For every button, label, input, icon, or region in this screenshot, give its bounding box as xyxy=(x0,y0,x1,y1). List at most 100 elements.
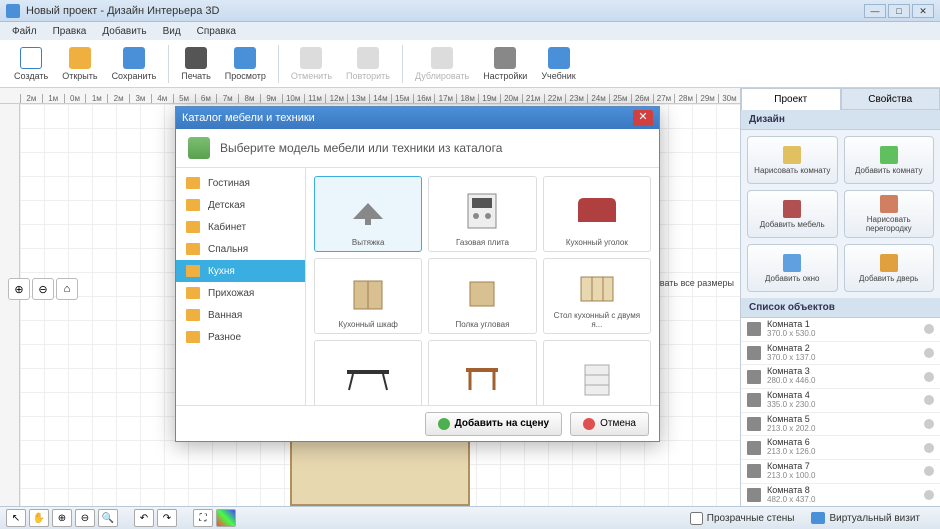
visibility-icon[interactable] xyxy=(924,419,934,429)
maximize-button[interactable]: □ xyxy=(888,4,910,18)
catalog-dialog: Каталог мебели и техники ✕ Выберите моде… xyxy=(175,106,660,442)
furniture-thumb xyxy=(338,345,398,405)
toolbar-icon xyxy=(123,47,145,69)
panel-button[interactable]: Нарисовать перегородку xyxy=(844,190,935,238)
category-Гостиная[interactable]: Гостиная xyxy=(176,172,305,194)
furniture-item[interactable]: Кухонный уголок xyxy=(543,176,651,252)
toolbar-Открыть[interactable]: Открыть xyxy=(56,45,103,83)
furniture-item[interactable]: Стол кухонный с двумя я... xyxy=(543,258,651,334)
color-tool[interactable] xyxy=(216,509,236,527)
transparent-walls-checkbox[interactable]: Прозрачные стены xyxy=(690,512,795,525)
category-Кабинет[interactable]: Кабинет xyxy=(176,216,305,238)
toolbar-Повторить[interactable]: Повторить xyxy=(340,45,396,83)
category-Ванная[interactable]: Ванная xyxy=(176,304,305,326)
rotate-left-tool[interactable]: ↶ xyxy=(134,509,154,527)
object-item[interactable]: Комната 8482.0 x 437.0 xyxy=(741,484,940,506)
object-icon xyxy=(747,346,761,360)
object-item[interactable]: Комната 5213.0 x 202.0 xyxy=(741,413,940,437)
pan-tool[interactable]: ✋ xyxy=(29,509,49,527)
toolbar-Просмотр[interactable]: Просмотр xyxy=(219,45,272,83)
toolbar-Настройки[interactable]: Настройки xyxy=(477,45,533,83)
menu-Вид[interactable]: Вид xyxy=(155,24,189,39)
zoom-out-tool[interactable]: ⊖ xyxy=(75,509,95,527)
toolbar-Сохранить[interactable]: Сохранить xyxy=(106,45,163,83)
furniture-item[interactable] xyxy=(543,340,651,405)
furniture-thumb xyxy=(567,181,627,238)
visibility-icon[interactable] xyxy=(924,372,934,382)
add-to-scene-button[interactable]: Добавить на сцену xyxy=(425,412,562,436)
category-Спальня[interactable]: Спальня xyxy=(176,238,305,260)
close-button[interactable]: ✕ xyxy=(912,4,934,18)
transparent-walls-input[interactable] xyxy=(690,512,703,525)
visibility-icon[interactable] xyxy=(924,348,934,358)
furniture-item[interactable]: Кухонный шкаф xyxy=(314,258,422,334)
panel-button[interactable]: Добавить мебель xyxy=(747,190,838,238)
panel-button[interactable]: Добавить окно xyxy=(747,244,838,292)
home-view-button[interactable]: ⌂ xyxy=(56,278,78,300)
furniture-item[interactable]: Полка угловая xyxy=(428,258,536,334)
toolbar-Отменить[interactable]: Отменить xyxy=(285,45,338,83)
toolbar-Печать[interactable]: Печать xyxy=(175,45,216,83)
object-item[interactable]: Комната 7213.0 x 100.0 xyxy=(741,460,940,484)
rotate-right-tool[interactable]: ↷ xyxy=(157,509,177,527)
zoom-out-button[interactable]: ⊖ xyxy=(32,278,54,300)
zoom-in-button[interactable]: ⊕ xyxy=(8,278,30,300)
object-icon xyxy=(747,464,761,478)
visibility-icon[interactable] xyxy=(924,324,934,334)
dialog-subtitle: Выберите модель мебели или техники из ка… xyxy=(220,141,502,155)
panel-button-icon xyxy=(880,146,898,164)
camera-icon xyxy=(811,512,825,524)
panel-button-icon xyxy=(783,254,801,272)
object-item[interactable]: Комната 6213.0 x 126.0 xyxy=(741,436,940,460)
menu-Файл[interactable]: Файл xyxy=(4,24,45,39)
furniture-item[interactable]: Газовая плита xyxy=(428,176,536,252)
category-Кухня[interactable]: Кухня xyxy=(176,260,305,282)
object-item[interactable]: Комната 1370.0 x 530.0 xyxy=(741,318,940,342)
panel-button[interactable]: Добавить комнату xyxy=(844,136,935,184)
visibility-icon[interactable] xyxy=(924,490,934,500)
folder-icon xyxy=(186,331,200,343)
fit-tool[interactable]: ⛶ xyxy=(193,509,213,527)
toolbar-Создать[interactable]: Создать xyxy=(8,45,54,83)
object-item[interactable]: Комната 2370.0 x 137.0 xyxy=(741,342,940,366)
tab-properties[interactable]: Свойства xyxy=(841,88,940,110)
furniture-item[interactable] xyxy=(428,340,536,405)
furniture-thumb xyxy=(452,345,512,405)
furniture-item[interactable] xyxy=(314,340,422,405)
tab-project[interactable]: Проект xyxy=(741,88,841,110)
menu-Правка[interactable]: Правка xyxy=(45,24,95,39)
dialog-titlebar[interactable]: Каталог мебели и техники ✕ xyxy=(176,107,659,129)
menu-Добавить[interactable]: Добавить xyxy=(94,24,154,39)
menu-Справка[interactable]: Справка xyxy=(189,24,244,39)
cancel-button[interactable]: Отмена xyxy=(570,412,649,436)
category-Разное[interactable]: Разное xyxy=(176,326,305,348)
furniture-thumb xyxy=(567,263,627,311)
toolbar-icon xyxy=(234,47,256,69)
toolbar-icon xyxy=(548,47,570,69)
category-Прихожая[interactable]: Прихожая xyxy=(176,282,305,304)
object-list[interactable]: Комната 1370.0 x 530.0Комната 2370.0 x 1… xyxy=(741,318,940,506)
category-Детская[interactable]: Детская xyxy=(176,194,305,216)
toolbar-Учебник[interactable]: Учебник xyxy=(535,45,581,83)
folder-icon xyxy=(186,243,200,255)
dialog-close-button[interactable]: ✕ xyxy=(633,110,653,126)
visibility-icon[interactable] xyxy=(924,443,934,453)
panel-button-icon xyxy=(880,254,898,272)
panel-button[interactable]: Добавить дверь xyxy=(844,244,935,292)
visibility-icon[interactable] xyxy=(924,395,934,405)
design-header: Дизайн xyxy=(741,110,940,130)
panel-button[interactable]: Нарисовать комнату xyxy=(747,136,838,184)
select-tool[interactable]: ↖ xyxy=(6,509,26,527)
minimize-button[interactable]: — xyxy=(864,4,886,18)
toolbar-Дублировать[interactable]: Дублировать xyxy=(409,45,475,83)
zoom-tool[interactable]: 🔍 xyxy=(98,509,118,527)
object-item[interactable]: Комната 3280.0 x 446.0 xyxy=(741,365,940,389)
toolbar-icon xyxy=(357,47,379,69)
furniture-item[interactable]: Вытяжка xyxy=(314,176,422,252)
virtual-tour-button[interactable]: Виртуальный визит xyxy=(811,512,920,524)
folder-icon xyxy=(186,177,200,189)
menubar: ФайлПравкаДобавитьВидСправка xyxy=(0,22,940,40)
zoom-in-tool[interactable]: ⊕ xyxy=(52,509,72,527)
object-item[interactable]: Комната 4335.0 x 230.0 xyxy=(741,389,940,413)
visibility-icon[interactable] xyxy=(924,466,934,476)
